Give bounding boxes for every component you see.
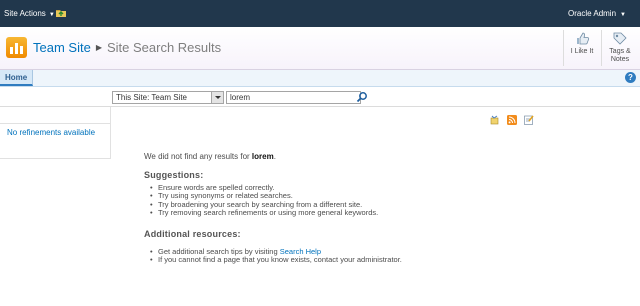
list-item: If you cannot find a page that you know … (150, 255, 402, 265)
i-like-it-label: I Like It (570, 48, 594, 55)
search-icon[interactable] (356, 91, 368, 103)
user-name: Oracle Admin (568, 9, 617, 18)
no-results-message: We did not find any results for lorem. (144, 152, 276, 161)
query-term: lorem (251, 152, 274, 161)
top-bar: Site Actions ▼ Oracle Admin ▼ (0, 0, 640, 27)
refinement-panel-header (0, 107, 111, 124)
ribbon-divider (601, 30, 602, 66)
no-results-suffix: . (273, 152, 276, 161)
tags-notes-label-2: Notes (610, 56, 630, 63)
tags-notes-label-1: Tags & (609, 48, 631, 55)
tab-home[interactable]: Home (0, 70, 34, 86)
search-alert-icon[interactable] (490, 115, 500, 125)
search-bar: This Site: Team Site (0, 87, 640, 107)
breadcrumb-site-link[interactable]: Team Site (33, 40, 91, 55)
user-menu[interactable]: Oracle Admin ▼ (568, 9, 626, 18)
page-title: Site Search Results (106, 40, 222, 55)
help-icon[interactable]: ? (625, 72, 636, 83)
rss-icon[interactable] (507, 115, 517, 125)
chevron-down-icon[interactable] (211, 92, 223, 103)
search-scope-dropdown[interactable]: This Site: Team Site (112, 91, 224, 104)
breadcrumb-separator-icon: ▶ (95, 43, 102, 52)
site-actions-menu[interactable]: Site Actions ▼ (4, 9, 55, 18)
title-area: Team Site ▶ Site Search Results I Like It … (0, 27, 640, 70)
list-item: Try removing search refinements or using… (150, 208, 378, 218)
suggestions-list: Ensure words are spelled correctly. Try … (150, 183, 378, 218)
search-scope-value: This Site: Team Site (116, 93, 187, 102)
tags-notes-button[interactable]: Tags & Notes (603, 31, 637, 64)
breadcrumb: Team Site ▶ Site Search Results (33, 40, 221, 55)
refinement-panel: No refinements available (0, 107, 111, 159)
no-results-prefix: We did not find any results for (144, 152, 252, 161)
refinement-list: No refinements available (0, 124, 111, 159)
site-logo[interactable] (6, 37, 27, 58)
chevron-down-icon: ▼ (620, 12, 626, 18)
suggestions-heading: Suggestions: (144, 170, 204, 180)
i-like-it-button[interactable]: I Like It (565, 31, 599, 56)
tab-bar: Home ? (0, 70, 640, 87)
search-from-windows-icon[interactable] (524, 115, 534, 125)
chevron-down-icon: ▼ (48, 12, 55, 18)
no-refinements-text: No refinements available (7, 128, 96, 137)
navigate-up-icon[interactable] (55, 7, 67, 18)
additional-resources-heading: Additional resources: (144, 229, 241, 239)
resources-list: Get additional search tips by visiting S… (150, 247, 402, 265)
ribbon-divider (563, 30, 564, 66)
site-actions-label: Site Actions (4, 9, 46, 18)
search-input[interactable] (226, 91, 361, 104)
tag-icon (613, 32, 627, 45)
thumbs-up-icon (577, 32, 590, 45)
